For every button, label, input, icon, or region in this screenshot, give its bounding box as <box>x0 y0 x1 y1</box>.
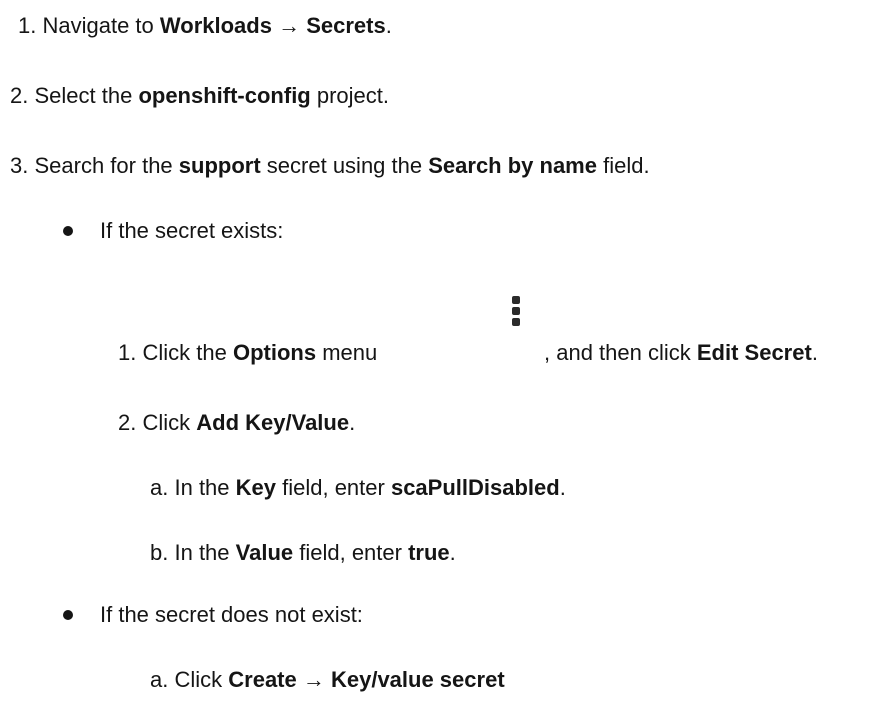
arrow: → <box>271 13 307 38</box>
lettered-create: a. Click Create → Key/value secret <box>150 667 505 692</box>
step-letter: a. <box>150 667 169 692</box>
substep-2: 2. Click Add Key/Value. <box>118 410 356 435</box>
options-menu-label: Options <box>232 340 317 365</box>
value-text: true <box>408 540 450 565</box>
value-field-label: Value <box>235 540 294 565</box>
step-1: 1. Navigate to Workloads → Secrets. <box>18 13 392 38</box>
key-field-label: Key <box>235 475 276 500</box>
step-2: 2. Select the openshift-config project. <box>10 83 390 108</box>
substep-1-continued: , and then click Edit Secret. <box>544 340 818 365</box>
step-text: Navigate to <box>42 13 160 38</box>
bullet-icon <box>63 610 73 620</box>
step-number: 1. <box>118 340 137 365</box>
step-text: Select the <box>34 83 139 108</box>
create-key-value-secret-label: Create → Key/value secret <box>228 667 505 692</box>
menu-secrets: Secrets <box>306 13 386 38</box>
key-value-text: scaPullDisabled <box>390 475 560 500</box>
step-number: 2. <box>118 410 137 435</box>
lettered-b: b. In the Value field, enter true. <box>150 540 456 565</box>
kebab-menu-icon <box>512 296 521 329</box>
bullet-icon <box>63 226 73 236</box>
project-name: openshift-config <box>138 83 311 108</box>
secret-name: support <box>178 153 261 178</box>
add-key-value-label: Add Key/Value <box>196 410 350 435</box>
step-number: 1. <box>18 13 37 38</box>
edit-secret-label: Edit Secret <box>696 340 812 365</box>
step-number: 2. <box>10 83 29 108</box>
search-field-name: Search by name <box>428 153 597 178</box>
step-number: 3. <box>10 153 29 178</box>
step-text: Search for the <box>34 153 179 178</box>
step-letter: a. <box>150 475 169 500</box>
bullet-exists: If the secret exists: <box>100 218 284 243</box>
menu-workloads: Workloads <box>159 13 272 38</box>
step-letter: b. <box>150 540 169 565</box>
substep-1: 1. Click the Options menu <box>118 340 378 365</box>
bullet-not-exists: If the secret does not exist: <box>100 602 363 627</box>
lettered-a: a. In the Key field, enter scaPullDisabl… <box>150 475 566 500</box>
step-3: 3. Search for the support secret using t… <box>10 153 650 178</box>
